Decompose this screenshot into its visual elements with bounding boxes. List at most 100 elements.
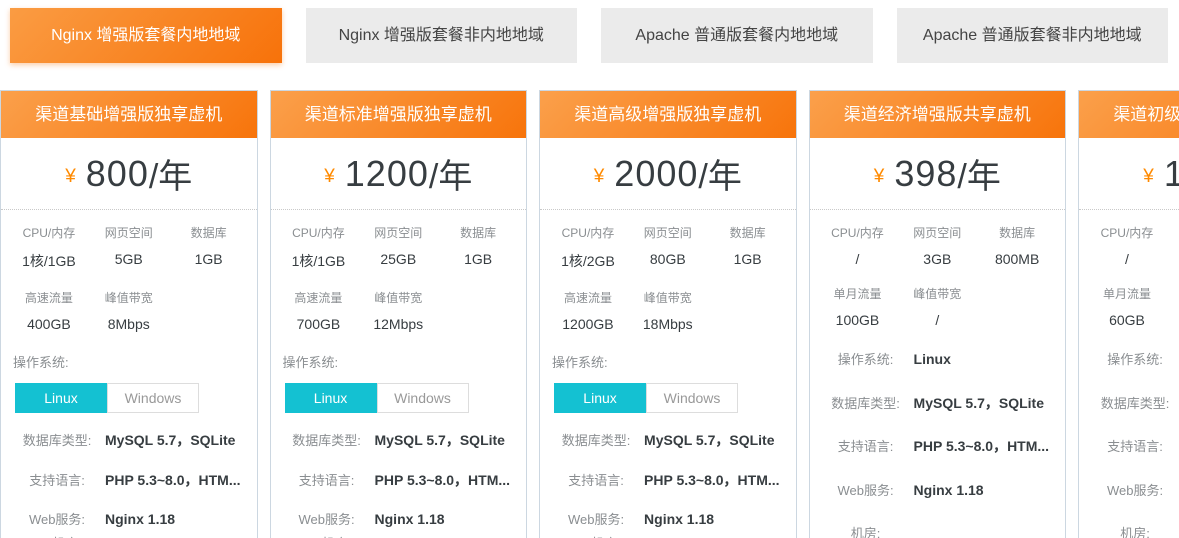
spec-label-traffic: 高速流量	[548, 289, 628, 306]
card-price: ¥ 800 /年	[1, 138, 257, 210]
spec-label-database: 数据库	[977, 224, 1057, 241]
price-amount: 398	[894, 153, 957, 195]
language-label: 支持语言:	[826, 437, 906, 457]
spec-value-database: 1GB	[438, 251, 518, 267]
currency-symbol: ¥	[594, 166, 605, 188]
web-service-value: Nginx 1.18	[105, 510, 175, 530]
tab-apache-basic-non-mainland[interactable]: Apache 普通版套餐非内地地域	[897, 8, 1169, 63]
pricing-card-entry: 渠道初级增强版共享虚机 ¥ 198 /年 CPU/内存/ 网页空间1GB 数据库…	[1078, 90, 1179, 538]
spec-label-webspace: 网页空间	[897, 224, 977, 241]
card-title: 渠道标准增强版独享虚机	[271, 91, 527, 138]
os-option-windows[interactable]: Windows	[107, 383, 199, 413]
spec-value-bandwidth: 8Mbps	[89, 316, 169, 332]
web-service-value: Nginx 1.18	[644, 510, 714, 530]
spec-value-traffic: 100GB	[818, 312, 898, 328]
spec-label-bandwidth: 峰值带宽	[1167, 285, 1179, 302]
spec-value-database: 1GB	[169, 251, 249, 267]
pricing-card-basic: 渠道基础增强版独享虚机 ¥ 800 /年 CPU/内存1核/1GB 网页空间5G…	[0, 90, 258, 538]
db-type-value: MySQL 5.7，SQLite	[375, 431, 505, 451]
spec-value-webspace: 5GB	[89, 251, 169, 267]
card-title: 渠道基础增强版独享虚机	[1, 91, 257, 138]
plan-tabs: Nginx 增强版套餐内地地域 Nginx 增强版套餐非内地地域 Apache …	[0, 0, 1179, 63]
spec-label-traffic: 单月流量	[818, 285, 898, 302]
language-label: 支持语言:	[287, 471, 367, 491]
web-service-label: Web服务:	[287, 510, 367, 530]
spec-label-traffic: 高速流量	[279, 289, 359, 306]
price-amount: 800	[86, 153, 149, 195]
pricing-card-standard: 渠道标准增强版独享虚机 ¥ 1200 /年 CPU/内存1核/1GB 网页空间2…	[270, 90, 528, 538]
spec-value-cpu: 1核/1GB	[279, 251, 359, 271]
datacenter-label: 机房:	[566, 534, 646, 538]
spec-value-database: 1GB	[708, 251, 788, 267]
db-type-label: 数据库类型:	[826, 394, 906, 414]
pricing-card-advanced: 渠道高级增强版独享虚机 ¥ 2000 /年 CPU/内存1核/2GB 网页空间8…	[539, 90, 797, 538]
web-service-value: Nginx 1.18	[914, 481, 984, 501]
db-type-value: MySQL 5.7，SQLite	[644, 431, 774, 451]
spec-label-bandwidth: 峰值带宽	[628, 289, 708, 306]
card-title: 渠道高级增强版独享虚机	[540, 91, 796, 138]
card-title: 渠道初级增强版共享虚机	[1079, 91, 1179, 138]
language-value: PHP 5.3~8.0，HTM...	[375, 471, 511, 491]
currency-symbol: ¥	[324, 166, 335, 188]
spec-label-webspace: 网页空间	[628, 224, 708, 241]
card-specs: CPU/内存/ 网页空间1GB 数据库200MB 单月流量60GB 峰值带宽/ …	[1079, 210, 1179, 538]
card-specs: CPU/内存1核/1GB 网页空间5GB 数据库1GB 高速流量400GB 峰值…	[1, 210, 257, 538]
db-type-value: MySQL 5.7，SQLite	[914, 394, 1044, 414]
os-label: 操作系统:	[826, 350, 906, 370]
os-label: 操作系统:	[1095, 350, 1175, 370]
db-type-label: 数据库类型:	[287, 431, 367, 451]
spec-label-bandwidth: 峰值带宽	[89, 289, 169, 306]
os-label: 操作系统:	[552, 352, 788, 371]
web-service-value: Nginx 1.18	[375, 510, 445, 530]
detail-rows: 数据库类型: MySQL 5.7，SQLite 支持语言: PHP 5.3~8.0，…	[279, 431, 519, 538]
spec-value-webspace: 3GB	[897, 251, 977, 267]
tab-apache-basic-mainland[interactable]: Apache 普通版套餐内地地域	[601, 8, 873, 63]
spec-value-traffic: 700GB	[279, 316, 359, 332]
os-toggle: Linux Windows	[554, 383, 788, 413]
language-value: PHP 5.3~8.0，HTM...	[644, 471, 780, 491]
spec-value-webspace: 25GB	[358, 251, 438, 267]
price-unit: /年	[698, 149, 741, 198]
spec-value-cpu: /	[818, 251, 898, 267]
currency-symbol: ¥	[874, 166, 885, 188]
card-price: ¥ 1200 /年	[271, 138, 527, 210]
detail-rows: 操作系统:Linux 数据库类型:MySQL 5.7，SQLite 支持语言:P…	[818, 350, 1058, 538]
spec-value-cpu: 1核/2GB	[548, 251, 628, 271]
detail-rows: 数据库类型:MySQL 5.7，SQLite 支持语言:PHP 5.3~8.0，…	[548, 431, 788, 538]
spec-label-traffic: 单月流量	[1087, 285, 1167, 302]
spec-value-traffic: 1200GB	[548, 316, 628, 332]
web-service-label: Web服务:	[17, 510, 97, 530]
os-option-windows[interactable]: Windows	[646, 383, 738, 413]
os-label: 操作系统:	[13, 352, 249, 371]
db-type-value: MySQL 5.7，SQLite	[105, 431, 235, 451]
language-label: 支持语言:	[1095, 437, 1175, 457]
pricing-card-economy: 渠道经济增强版共享虚机 ¥ 398 /年 CPU/内存/ 网页空间3GB 数据库…	[809, 90, 1067, 538]
pricing-cards-row: 渠道基础增强版独享虚机 ¥ 800 /年 CPU/内存1核/1GB 网页空间5G…	[0, 90, 1179, 538]
tab-nginx-enhanced-non-mainland[interactable]: Nginx 增强版套餐非内地地域	[306, 8, 578, 63]
os-option-linux[interactable]: Linux	[285, 383, 377, 413]
spec-value-traffic: 400GB	[9, 316, 89, 332]
spec-label-cpu: CPU/内存	[1087, 224, 1167, 241]
os-label: 操作系统:	[283, 352, 519, 371]
datacenter-label: 机房:	[826, 524, 906, 538]
datacenter-label: 机房:	[27, 534, 107, 538]
tab-nginx-enhanced-mainland[interactable]: Nginx 增强版套餐内地地域	[10, 8, 282, 63]
os-value: Linux	[914, 350, 951, 370]
spec-value-webspace: 1GB	[1167, 251, 1179, 267]
card-specs: CPU/内存1核/1GB 网页空间25GB 数据库1GB 高速流量700GB 峰…	[271, 210, 527, 538]
db-type-label: 数据库类型:	[1095, 394, 1175, 414]
spec-label-cpu: CPU/内存	[279, 224, 359, 241]
os-toggle: Linux Windows	[15, 383, 249, 413]
os-option-linux[interactable]: Linux	[554, 383, 646, 413]
language-label: 支持语言:	[556, 471, 636, 491]
price-unit: /年	[149, 149, 192, 198]
spec-label-bandwidth: 峰值带宽	[358, 289, 438, 306]
spec-value-traffic: 60GB	[1087, 312, 1167, 328]
price-amount: 198	[1164, 153, 1179, 195]
os-option-linux[interactable]: Linux	[15, 383, 107, 413]
card-price: ¥ 398 /年	[810, 138, 1066, 210]
currency-symbol: ¥	[65, 166, 76, 188]
os-option-windows[interactable]: Windows	[377, 383, 469, 413]
spec-value-bandwidth: 18Mbps	[628, 316, 708, 332]
web-service-label: Web服务:	[826, 481, 906, 501]
